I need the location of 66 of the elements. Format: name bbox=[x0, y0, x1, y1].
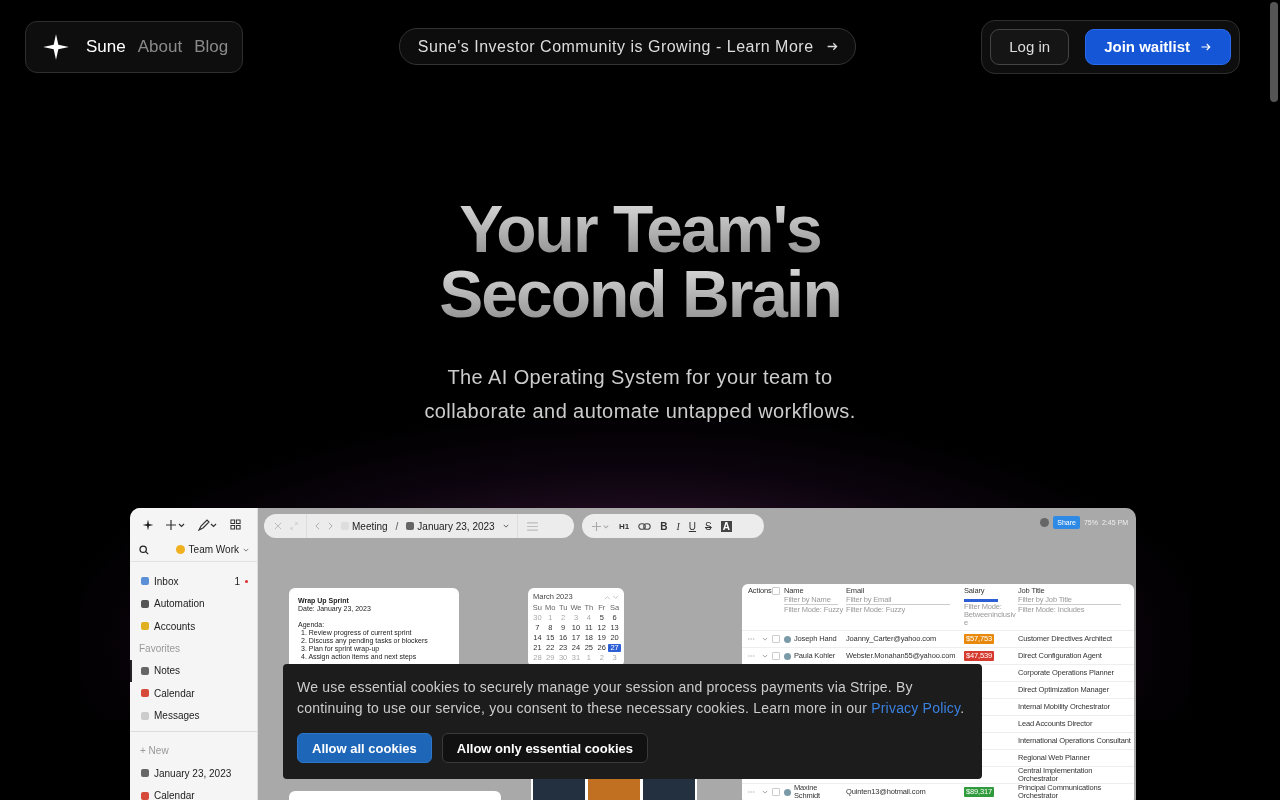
chevron-icon[interactable] bbox=[762, 790, 768, 794]
sidebar-item[interactable]: Calendar bbox=[130, 682, 257, 705]
format-button[interactable]: B bbox=[660, 520, 668, 532]
item-icon bbox=[141, 689, 149, 698]
nav-link[interactable]: Blog bbox=[194, 36, 229, 57]
range-slider[interactable] bbox=[964, 599, 998, 602]
plus-icon[interactable] bbox=[166, 518, 186, 531]
avatar-icon bbox=[784, 635, 791, 643]
breadcrumb-separator: / bbox=[395, 520, 399, 532]
sidebar-item[interactable]: Inbox 1 bbox=[130, 570, 257, 593]
caret-icon[interactable] bbox=[502, 524, 509, 528]
format-button[interactable]: U bbox=[688, 520, 697, 532]
join-waitlist-button[interactable]: Join waitlist bbox=[1085, 28, 1231, 65]
chevron-icon[interactable] bbox=[762, 637, 768, 641]
item-icon bbox=[141, 577, 149, 586]
breadcrumb-link[interactable]: Meeting bbox=[341, 520, 388, 532]
format-button[interactable]: I bbox=[676, 520, 680, 532]
nav-link[interactable]: About bbox=[137, 36, 183, 57]
item-icon bbox=[141, 791, 149, 800]
forward-icon[interactable] bbox=[328, 522, 333, 530]
unread-count: 1 bbox=[234, 575, 240, 587]
format-button[interactable]: S bbox=[705, 520, 712, 532]
checkbox[interactable] bbox=[772, 635, 780, 643]
item-icon bbox=[141, 769, 149, 778]
link-icon[interactable] bbox=[638, 521, 652, 531]
item-icon bbox=[141, 599, 149, 608]
sidebar-item[interactable]: January 23, 2023 bbox=[130, 762, 257, 785]
close-icon[interactable] bbox=[274, 522, 282, 530]
breadcrumb-link[interactable]: January 23, 2023 bbox=[406, 520, 495, 532]
allow-essential-button[interactable]: Allow only essential cookies bbox=[441, 733, 649, 763]
checkbox[interactable] bbox=[772, 587, 780, 595]
allow-all-button[interactable]: Allow all cookies bbox=[297, 733, 432, 763]
avatar-icon bbox=[784, 652, 791, 660]
arrow-right-icon bbox=[825, 40, 839, 53]
checkbox[interactable] bbox=[772, 788, 780, 796]
sidebar-item[interactable]: Accounts bbox=[130, 615, 257, 638]
hero-subtitle: collaborate and automate untapped workflows. bbox=[424, 399, 856, 424]
chevron-icon[interactable] bbox=[762, 654, 768, 658]
hero-subtitle: The AI Operating System for your team to bbox=[447, 365, 833, 390]
item-icon bbox=[141, 711, 149, 720]
privacy-policy-link[interactable]: Privacy Policy bbox=[871, 700, 961, 716]
brand-link[interactable]: Sune bbox=[86, 36, 126, 57]
announcement-link[interactable]: Sune's Investor Community is Growing - Learn More bbox=[398, 28, 856, 65]
format-button[interactable]: H1 bbox=[619, 521, 630, 531]
month-nav-icon[interactable] bbox=[604, 594, 619, 600]
pencil-icon[interactable] bbox=[198, 518, 218, 531]
search-icon[interactable] bbox=[139, 544, 149, 555]
avatar-icon bbox=[1040, 518, 1050, 527]
list-icon[interactable] bbox=[525, 521, 539, 531]
format-button[interactable]: A bbox=[720, 520, 732, 532]
checkbox[interactable] bbox=[772, 652, 780, 660]
scrollbar[interactable] bbox=[1270, 2, 1278, 102]
grid-icon[interactable] bbox=[230, 519, 241, 530]
workspace-selector[interactable]: Team Work bbox=[175, 544, 249, 555]
item-icon bbox=[141, 666, 149, 675]
avatar-icon bbox=[784, 788, 791, 796]
sidebar-item[interactable]: Messages bbox=[130, 704, 257, 727]
item-icon bbox=[141, 622, 149, 631]
expand-icon[interactable] bbox=[290, 522, 298, 530]
section-heading: Favorites bbox=[138, 641, 182, 656]
sidebar-item[interactable]: Automation bbox=[130, 592, 257, 615]
caret-icon[interactable] bbox=[243, 547, 249, 552]
back-icon[interactable] bbox=[315, 522, 320, 530]
cookie-notice: We use essential cookies to securely manage your session and process payments via Stripe. By continuing to use our service, you consent to these necessary cookies. Learn more in our Privacy Policy. bbox=[297, 678, 966, 718]
sidebar-item[interactable]: Calendar bbox=[130, 784, 257, 800]
login-button[interactable]: Log in bbox=[990, 28, 1070, 65]
